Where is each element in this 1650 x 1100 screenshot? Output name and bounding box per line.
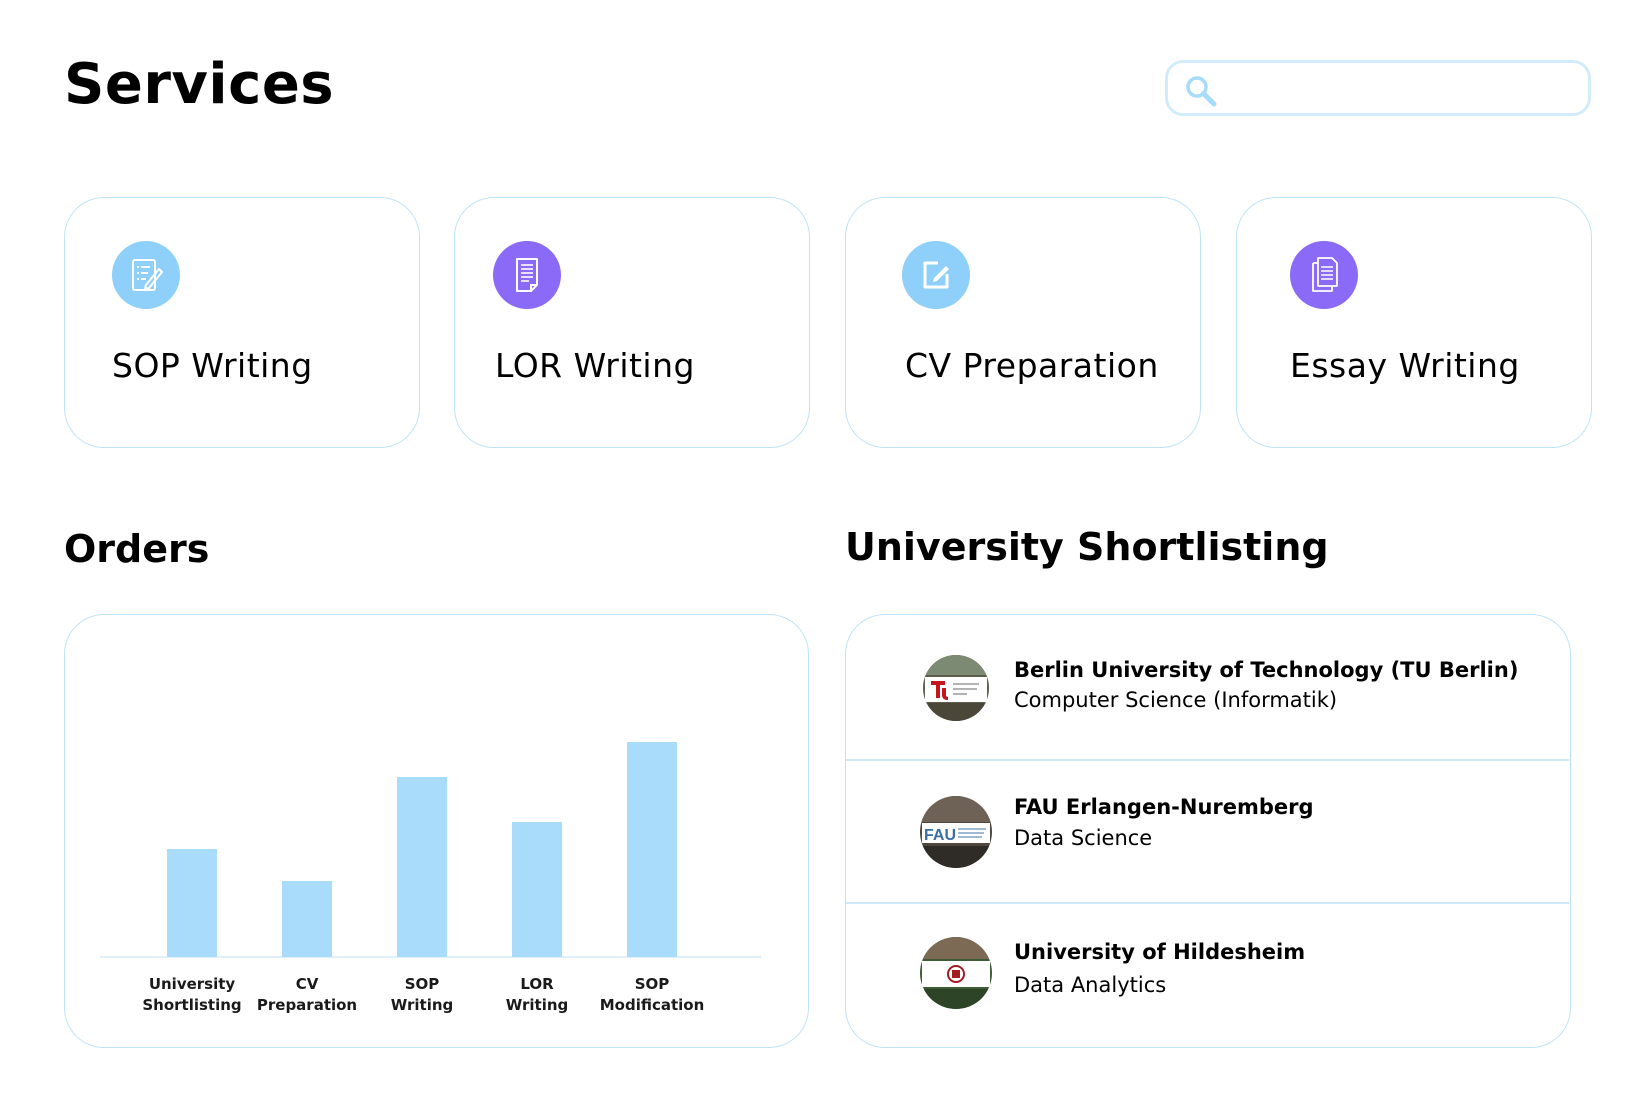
fau-logo: FAU [920,796,992,868]
service-label: Essay Writing [1290,346,1520,385]
sop-checklist-icon [112,241,180,309]
shortlisting-title: University Shortlisting [845,525,1329,569]
hildesheim-logo [920,937,992,1009]
chart-bar [282,881,332,957]
x-tick-label: Writing [391,996,454,1014]
search-icon [1186,76,1217,107]
service-card-lor-writing[interactable]: LOR Writing [454,197,810,448]
svg-text:FAU: FAU [924,827,956,844]
x-tick-label: Shortlisting [142,996,241,1014]
x-tick-label: University [149,975,236,993]
edit-icon [902,241,970,309]
university-name: Berlin University of Technology (TU Berl… [1014,658,1519,682]
documents-icon [1290,241,1358,309]
university-item-hildesheim[interactable]: University of Hildesheim Data Analytics [846,903,1569,1047]
x-tick-label: Preparation [257,996,357,1014]
university-item-tu-berlin[interactable]: Berlin University of Technology (TU Berl… [846,615,1569,759]
university-program: Data Science [1014,826,1153,850]
service-label: CV Preparation [905,346,1159,385]
search-input[interactable] [1230,71,1574,107]
service-card-cv-preparation[interactable]: CV Preparation [845,197,1201,448]
service-label: LOR Writing [495,346,695,385]
page-title: Services [64,52,335,117]
orders-title: Orders [64,527,210,571]
chart-bar [167,849,217,957]
tu-berlin-logo [923,655,989,721]
chart-bar [397,777,447,957]
chart-bar [512,822,562,957]
document-icon [493,241,561,309]
x-tick-label: LOR [520,975,554,993]
chart-bar [627,742,677,957]
university-program: Data Analytics [1014,973,1167,997]
shortlisting-panel: Berlin University of Technology (TU Berl… [845,614,1571,1048]
x-tick-label: Writing [506,996,569,1014]
service-card-essay-writing[interactable]: Essay Writing [1236,197,1592,448]
x-tick-label: Modification [600,996,705,1014]
university-name: University of Hildesheim [1014,940,1306,964]
university-item-fau[interactable]: FAU FAU Erlangen-Nuremberg Data Science [846,760,1569,902]
service-card-sop-writing[interactable]: SOP Writing [64,197,420,448]
university-program: Computer Science (Informatik) [1014,688,1338,712]
x-tick-label: SOP [635,975,670,993]
orders-chart-panel: University Shortlisting CV Preparation SOP Wr… [64,614,809,1048]
orders-bar-chart: University Shortlisting CV Preparation SOP Wr… [100,742,761,1014]
x-tick-label: SOP [405,975,440,993]
university-name: FAU Erlangen-Nuremberg [1014,795,1314,819]
x-tick-label: CV [296,975,319,993]
service-label: SOP Writing [112,346,313,385]
search-box[interactable] [1165,60,1591,116]
